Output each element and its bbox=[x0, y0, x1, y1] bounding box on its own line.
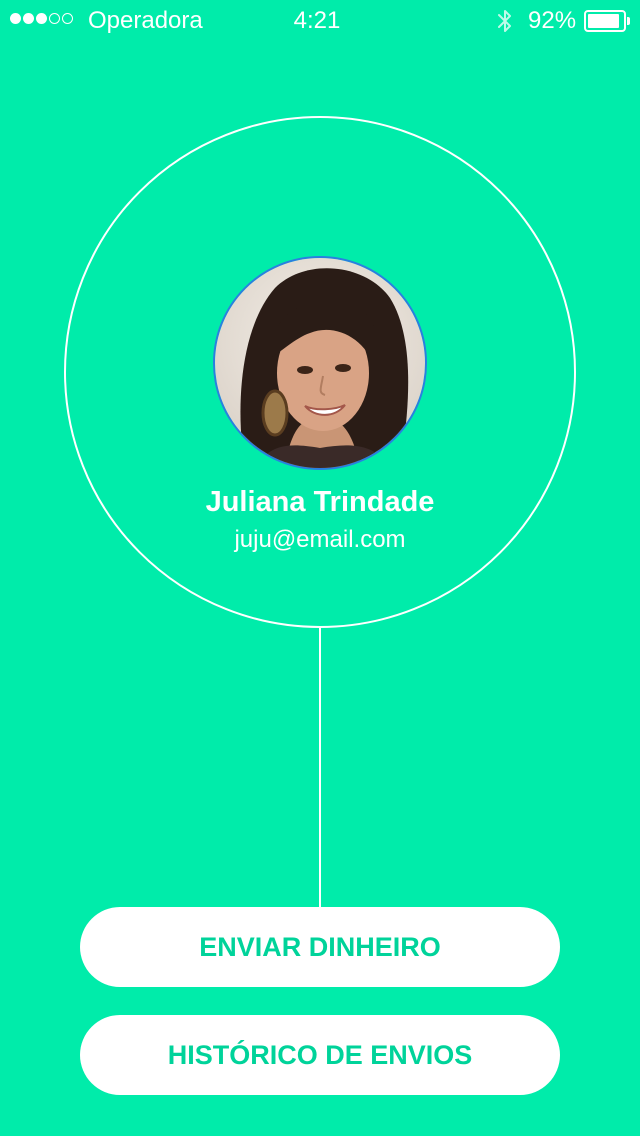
user-photo bbox=[215, 258, 425, 468]
status-bar: Operadora 4:21 92% bbox=[0, 0, 640, 40]
user-email: juju@email.com bbox=[234, 526, 406, 553]
user-avatar bbox=[213, 256, 427, 470]
app-screen: Operadora 4:21 92% Juliana Trindade juju… bbox=[0, 0, 640, 1136]
battery-percentage: 92% bbox=[528, 7, 577, 34]
battery-level-fill bbox=[588, 14, 620, 28]
send-money-button[interactable]: ENVIAR DINHEIRO bbox=[80, 907, 560, 987]
user-name: Juliana Trindade bbox=[205, 486, 435, 518]
send-history-button[interactable]: HISTÓRICO DE ENVIOS bbox=[80, 1015, 560, 1095]
bluetooth-icon bbox=[498, 10, 511, 32]
battery-icon bbox=[584, 10, 632, 32]
connector-line bbox=[319, 628, 321, 908]
